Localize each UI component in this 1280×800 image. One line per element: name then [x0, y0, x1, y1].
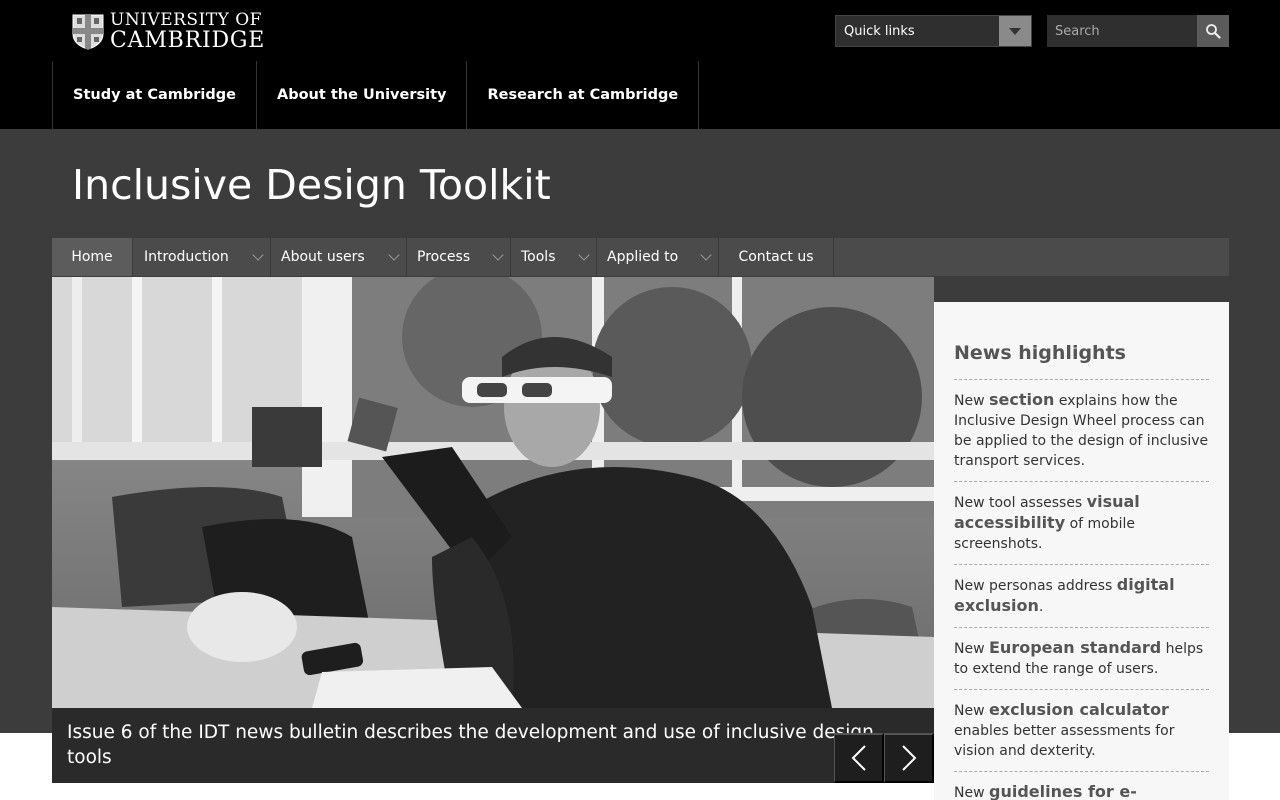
quick-links-dropdown[interactable]: Quick links	[835, 15, 1032, 47]
tab-applied-to-label: Applied to	[607, 249, 679, 265]
news-highlights-panel: News highlights New section explains how…	[934, 302, 1229, 800]
tab-contact-us-label: Contact us	[738, 249, 814, 265]
chevron-right-icon	[901, 745, 916, 771]
hero-photo	[52, 277, 934, 708]
chevron-down-icon	[700, 248, 712, 261]
search-input[interactable]	[1047, 15, 1197, 47]
logo-text-line1: UNIVERSITY OF	[110, 10, 262, 30]
quick-links-label: Quick links	[844, 23, 915, 39]
carousel-next-button[interactable]	[884, 733, 934, 783]
chevron-left-icon	[851, 745, 866, 771]
main-nav-research[interactable]: Research at Cambridge	[466, 61, 700, 129]
dropdown-arrow-icon[interactable]	[999, 16, 1031, 46]
news-item: New guidelines for e-	[954, 772, 1209, 800]
tab-about-users-label: About users	[281, 249, 365, 265]
news-item: New exclusion calculator enables better …	[954, 690, 1209, 772]
tab-applied-to[interactable]: Applied to	[597, 238, 719, 276]
tab-home[interactable]: Home	[52, 238, 133, 276]
chevron-down-icon	[388, 248, 400, 261]
university-logo[interactable]: UNIVERSITY OF CAMBRIDGE	[72, 12, 265, 52]
section-navigation: Home Introduction About users Process To…	[52, 238, 1229, 276]
tab-tools-label: Tools	[521, 249, 556, 265]
news-item-text: New	[954, 393, 989, 409]
hero-image[interactable]	[52, 277, 934, 708]
main-navigation: Study at Cambridge About the University …	[52, 61, 700, 129]
cambridge-shield-icon	[72, 14, 104, 50]
search-box	[1047, 15, 1229, 47]
news-item: New personas address digital exclusion.	[954, 565, 1209, 628]
tab-about-users[interactable]: About users	[271, 238, 407, 276]
news-item-link[interactable]: section	[989, 390, 1054, 409]
news-item-text: enables better assessments for vision an…	[954, 723, 1175, 759]
chevron-down-icon	[578, 248, 590, 261]
tab-contact-us[interactable]: Contact us	[719, 238, 834, 276]
carousel-prev-button[interactable]	[834, 733, 884, 783]
main-nav-study[interactable]: Study at Cambridge	[52, 61, 256, 129]
hero-caption[interactable]: Issue 6 of the IDT news bulletin describ…	[52, 708, 934, 783]
tab-process[interactable]: Process	[407, 238, 511, 276]
tab-introduction[interactable]: Introduction	[133, 238, 271, 276]
news-heading: News highlights	[954, 342, 1209, 380]
news-item-text: New	[954, 785, 989, 800]
tab-process-label: Process	[417, 249, 471, 265]
search-icon	[1206, 24, 1221, 39]
news-item-link[interactable]: guidelines for e-	[989, 782, 1137, 800]
main-nav-about[interactable]: About the University	[255, 61, 467, 129]
search-button[interactable]	[1197, 15, 1229, 47]
news-item-link[interactable]: European standard	[989, 638, 1161, 657]
tab-introduction-label: Introduction	[144, 249, 229, 265]
news-item: New section explains how the Inclusive D…	[954, 380, 1209, 482]
hero-caption-text: Issue 6 of the IDT news bulletin describ…	[67, 722, 874, 768]
tab-home-label: Home	[71, 249, 113, 265]
news-item-text: New	[954, 641, 989, 657]
news-item-text: .	[1038, 599, 1044, 615]
chevron-down-icon	[492, 248, 504, 261]
site-title[interactable]: Inclusive Design Toolkit	[72, 161, 551, 209]
chevron-down-icon	[252, 248, 264, 261]
news-item: New tool assesses visual accessibility o…	[954, 482, 1209, 565]
tab-tools[interactable]: Tools	[511, 238, 597, 276]
news-item-text: New	[954, 703, 989, 719]
top-bar: UNIVERSITY OF CAMBRIDGE Quick links Stud…	[0, 0, 1280, 129]
news-item-text: New tool assesses	[954, 495, 1087, 511]
logo-text-line2: CAMBRIDGE	[110, 28, 266, 53]
news-item-text: New personas address	[954, 578, 1117, 594]
news-item-link[interactable]: exclusion calculator	[989, 700, 1169, 719]
news-item: New European standard helps to extend th…	[954, 628, 1209, 690]
